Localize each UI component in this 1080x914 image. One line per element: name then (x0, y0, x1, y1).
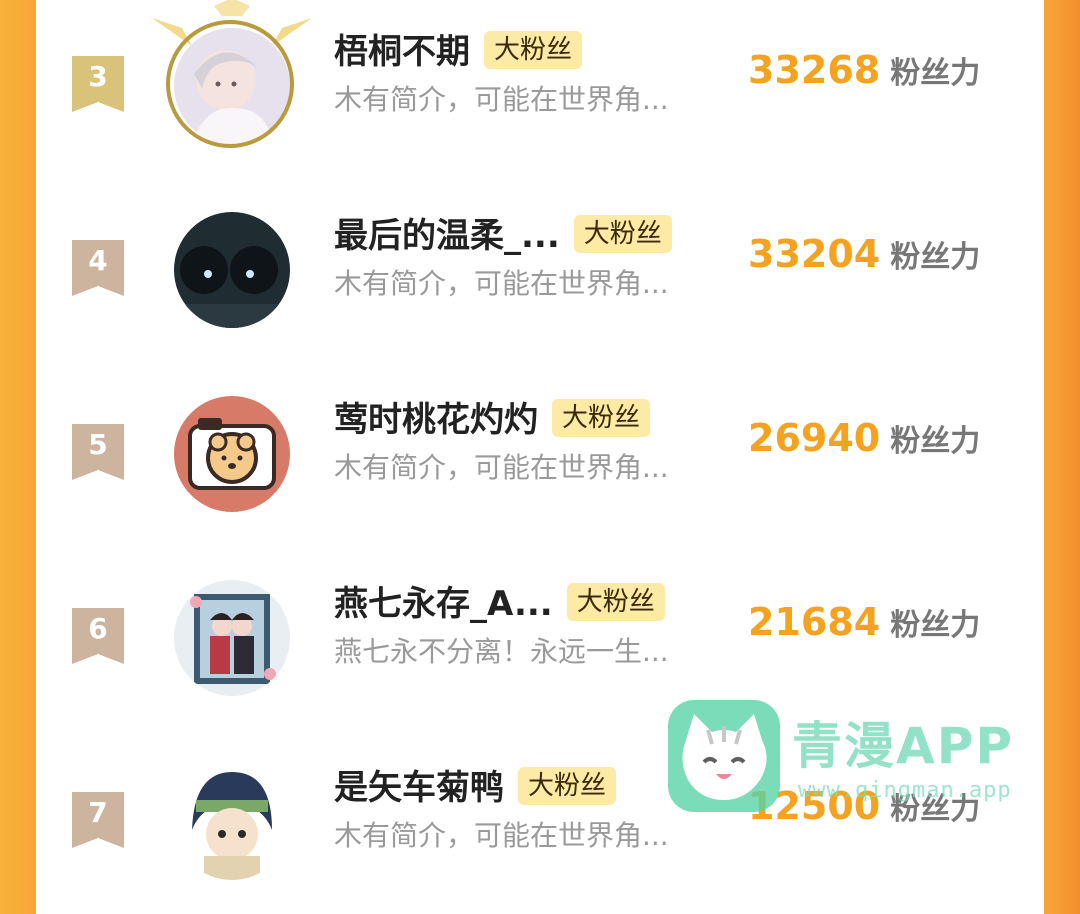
user-bio: 木有简介，可能在世界角... (334, 267, 669, 300)
ranking-row[interactable]: 5 莺时桃花灼灼 大粉丝 木有简介，可能在世界角... 26940 粉丝力 (36, 396, 1044, 546)
fan-power-score: 33268 粉丝力 (748, 48, 980, 92)
watermark-title: 青漫APP (792, 717, 1014, 775)
app-watermark: 青漫APP www.qingman.app (668, 696, 1044, 816)
user-name[interactable]: 梧桐不期 大粉丝 (334, 30, 583, 74)
user-bio: 木有简介，可能在世界角... (334, 451, 669, 484)
score-value: 33204 (748, 232, 881, 276)
user-name[interactable]: 莺时桃花灼灼 大粉丝 (334, 398, 651, 442)
user-bio: 燕七永不分离！永远一生... (334, 635, 669, 668)
watermark-url: www.qingman.app (798, 778, 1012, 803)
avatar[interactable] (172, 394, 292, 514)
fan-level-badge: 大粉丝 (566, 582, 665, 621)
rank-number: 4 (88, 244, 108, 277)
cat-logo-icon (668, 700, 780, 812)
avatar[interactable] (172, 210, 292, 330)
fan-level-badge: 大粉丝 (552, 398, 651, 437)
rank-number: 5 (88, 428, 108, 461)
rank-ribbon-badge: 5 (72, 424, 124, 480)
fan-power-score: 33204 粉丝力 (748, 232, 980, 276)
avatar[interactable] (172, 762, 292, 882)
score-value: 21684 (748, 600, 881, 644)
rank-ribbon-badge: 6 (72, 608, 124, 664)
rank-number: 6 (88, 612, 108, 645)
rank-ribbon-badge: 7 (72, 792, 124, 848)
fan-level-badge: 大粉丝 (518, 766, 617, 805)
avatar[interactable] (172, 578, 292, 698)
ranking-row[interactable]: 4 最后的温柔_... 大粉丝 木有简介，可能在世界角... 33204 粉丝力 (36, 212, 1044, 362)
rank-ribbon-badge: 4 (72, 240, 124, 296)
user-name[interactable]: 燕七永存_A... 大粉丝 (334, 582, 665, 626)
fan-power-score: 26940 粉丝力 (748, 416, 980, 460)
ranking-row[interactable]: 3 梧桐不期 大粉丝 木有简介，可能在世界角... 33268 粉丝力 (36, 0, 1044, 178)
score-value: 33268 (748, 48, 881, 92)
rank-number: 7 (88, 796, 108, 829)
score-unit: 粉丝力 (890, 240, 981, 275)
user-name[interactable]: 是矢车菊鸭 大粉丝 (334, 766, 617, 810)
rank-ribbon-badge: 3 (72, 56, 124, 112)
user-bio: 木有简介，可能在世界角... (334, 83, 669, 116)
fan-power-score: 21684 粉丝力 (748, 600, 980, 644)
avatar-frame (166, 20, 294, 148)
score-value: 26940 (748, 416, 881, 460)
fan-level-badge: 大粉丝 (484, 30, 583, 69)
score-unit: 粉丝力 (890, 608, 981, 643)
score-unit: 粉丝力 (890, 424, 981, 459)
user-bio: 木有简介，可能在世界角... (334, 819, 669, 852)
score-unit: 粉丝力 (890, 56, 981, 91)
rank-number: 3 (88, 60, 108, 93)
fan-level-badge: 大粉丝 (573, 214, 672, 253)
user-name[interactable]: 最后的温柔_... 大粉丝 (334, 214, 672, 258)
avatar[interactable] (152, 0, 312, 148)
